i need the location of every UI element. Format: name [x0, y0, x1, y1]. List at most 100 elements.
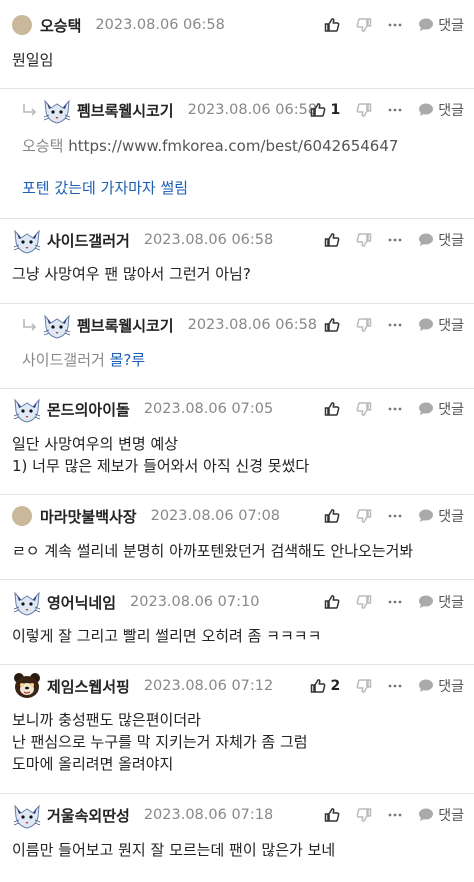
avatar[interactable] [42, 95, 72, 125]
comment-date: 2023.08.06 06:58 [143, 232, 274, 248]
comment-text: 뭔일임 [12, 51, 54, 69]
avatar[interactable] [12, 587, 42, 617]
dislike-button[interactable] [356, 102, 372, 118]
comment-header: 마라맛불백사장 2023.08.06 07:08 댓글 [0, 501, 474, 531]
comment-date: 2023.08.06 06:58 [95, 17, 225, 33]
dislike-button[interactable] [356, 807, 372, 823]
dislike-button[interactable] [356, 678, 372, 694]
reply-button[interactable]: 댓글 [418, 506, 464, 526]
comment-author[interactable]: 펨브록웰시코기 [77, 100, 174, 121]
comment-date: 2023.08.06 07:18 [143, 807, 274, 823]
thumbs-up-icon [310, 678, 326, 694]
more-button[interactable] [388, 23, 402, 27]
reply-button[interactable]: 댓글 [418, 100, 464, 120]
thumbs-down-icon [356, 102, 372, 118]
comment-author[interactable]: 오승택 [40, 15, 81, 36]
dislike-button[interactable] [356, 401, 372, 417]
reply-button[interactable]: 댓글 [418, 592, 464, 612]
reply-button[interactable]: 댓글 [418, 805, 464, 825]
reply-label: 댓글 [438, 595, 464, 611]
comment-header: 펨브록웰시코기 2023.08.06 06:58 댓글 [0, 310, 474, 340]
speech-bubble-icon [418, 317, 434, 333]
avatar[interactable] [12, 800, 42, 830]
more-dots-icon [388, 407, 402, 411]
dislike-button[interactable] [356, 508, 372, 524]
more-button[interactable] [388, 514, 402, 518]
like-button[interactable] [324, 232, 340, 248]
more-button[interactable] [388, 813, 402, 817]
more-button[interactable] [388, 600, 402, 604]
like-button[interactable] [324, 807, 340, 823]
comment-text: 일단 사망여우의 변명 예상 [12, 435, 179, 453]
link-title[interactable]: 포텐 갔는데 가자마자 썰림 [22, 178, 188, 199]
reply-button[interactable]: 댓글 [418, 676, 464, 696]
reply-button[interactable]: 댓글 [418, 399, 464, 419]
comment-author[interactable]: 영어닉네임 [47, 592, 116, 613]
dislike-button[interactable] [356, 232, 372, 248]
thumbs-up-icon [324, 232, 340, 248]
comment-author[interactable]: 사이드갤러거 [47, 230, 130, 251]
avatar[interactable] [12, 15, 32, 35]
comment-text: 보니까 충성팬도 많은편이더라 [12, 711, 201, 729]
speech-bubble-icon [418, 401, 434, 417]
avatar[interactable] [12, 394, 42, 424]
avatar[interactable] [12, 506, 32, 526]
thumbs-up-icon [324, 594, 340, 610]
reply-button[interactable]: 댓글 [418, 315, 464, 335]
reply-label: 댓글 [438, 402, 464, 418]
comment-text: 1) 너무 많은 제보가 들어와서 아직 신경 못썼다 [12, 457, 310, 475]
like-button[interactable] [324, 17, 340, 33]
comment-text: 도마에 올리려면 올려야지 [12, 755, 174, 773]
more-dots-icon [388, 323, 402, 327]
speech-bubble-icon [418, 102, 434, 118]
comment-author[interactable]: 거울속외딴성 [47, 805, 130, 826]
comment-date: 2023.08.06 07:10 [130, 594, 260, 610]
divider [0, 303, 474, 304]
comment-author[interactable]: 펨브록웰시코기 [77, 315, 174, 336]
avatar[interactable] [42, 310, 72, 340]
reply-button[interactable]: 댓글 [418, 15, 464, 35]
thumbs-up-icon [324, 807, 340, 823]
more-dots-icon [388, 108, 402, 112]
avatar[interactable] [12, 671, 42, 701]
reply-label: 댓글 [438, 318, 464, 334]
divider [0, 579, 474, 580]
like-button[interactable] [324, 594, 340, 610]
more-button[interactable] [388, 323, 402, 327]
comment-text: 그냥 사망여우 팬 많아서 그런거 아님? [12, 265, 251, 283]
comment-date: 2023.08.06 06:58 [187, 102, 318, 118]
comment-header: 제임스웹서핑 2023.08.06 07:12 2 댓글 [0, 671, 474, 701]
dislike-button[interactable] [356, 317, 372, 333]
thumbs-down-icon [356, 317, 372, 333]
like-button[interactable]: 1 [310, 102, 340, 118]
more-button[interactable] [388, 108, 402, 112]
thumbs-down-icon [356, 807, 372, 823]
like-button[interactable]: 2 [310, 678, 340, 694]
dislike-button[interactable] [356, 17, 372, 33]
reply-label: 댓글 [438, 679, 464, 695]
comment-header: 영어닉네임 2023.08.06 07:10 댓글 [0, 587, 474, 617]
more-button[interactable] [388, 238, 402, 242]
divider [0, 388, 474, 389]
like-button[interactable] [324, 317, 340, 333]
mention[interactable]: 사이드갤러거 [22, 351, 105, 369]
like-button[interactable] [324, 401, 340, 417]
comment-text: 오승택 https://www.fmkorea.com/best/6042654… [22, 136, 398, 157]
like-button[interactable] [324, 508, 340, 524]
comment-author[interactable]: 몬드의아이돌 [47, 399, 130, 420]
mention[interactable]: 오승택 [22, 137, 63, 155]
more-dots-icon [388, 813, 402, 817]
dislike-button[interactable] [356, 594, 372, 610]
comment-header: 몬드의아이돌 2023.08.06 07:05 댓글 [0, 394, 474, 424]
comment-actions: 댓글 [324, 310, 464, 340]
avatar[interactable] [12, 225, 42, 255]
comment-link[interactable]: https://www.fmkorea.com/best/6042654647 [68, 137, 398, 155]
reply-button[interactable]: 댓글 [418, 230, 464, 250]
more-button[interactable] [388, 407, 402, 411]
more-dots-icon [388, 600, 402, 604]
comment-body-text: 몰?루 [109, 351, 146, 369]
comment-actions: 댓글 [324, 225, 464, 255]
more-button[interactable] [388, 684, 402, 688]
comment-author[interactable]: 마라맛불백사장 [40, 506, 137, 527]
comment-author[interactable]: 제임스웹서핑 [47, 676, 130, 697]
